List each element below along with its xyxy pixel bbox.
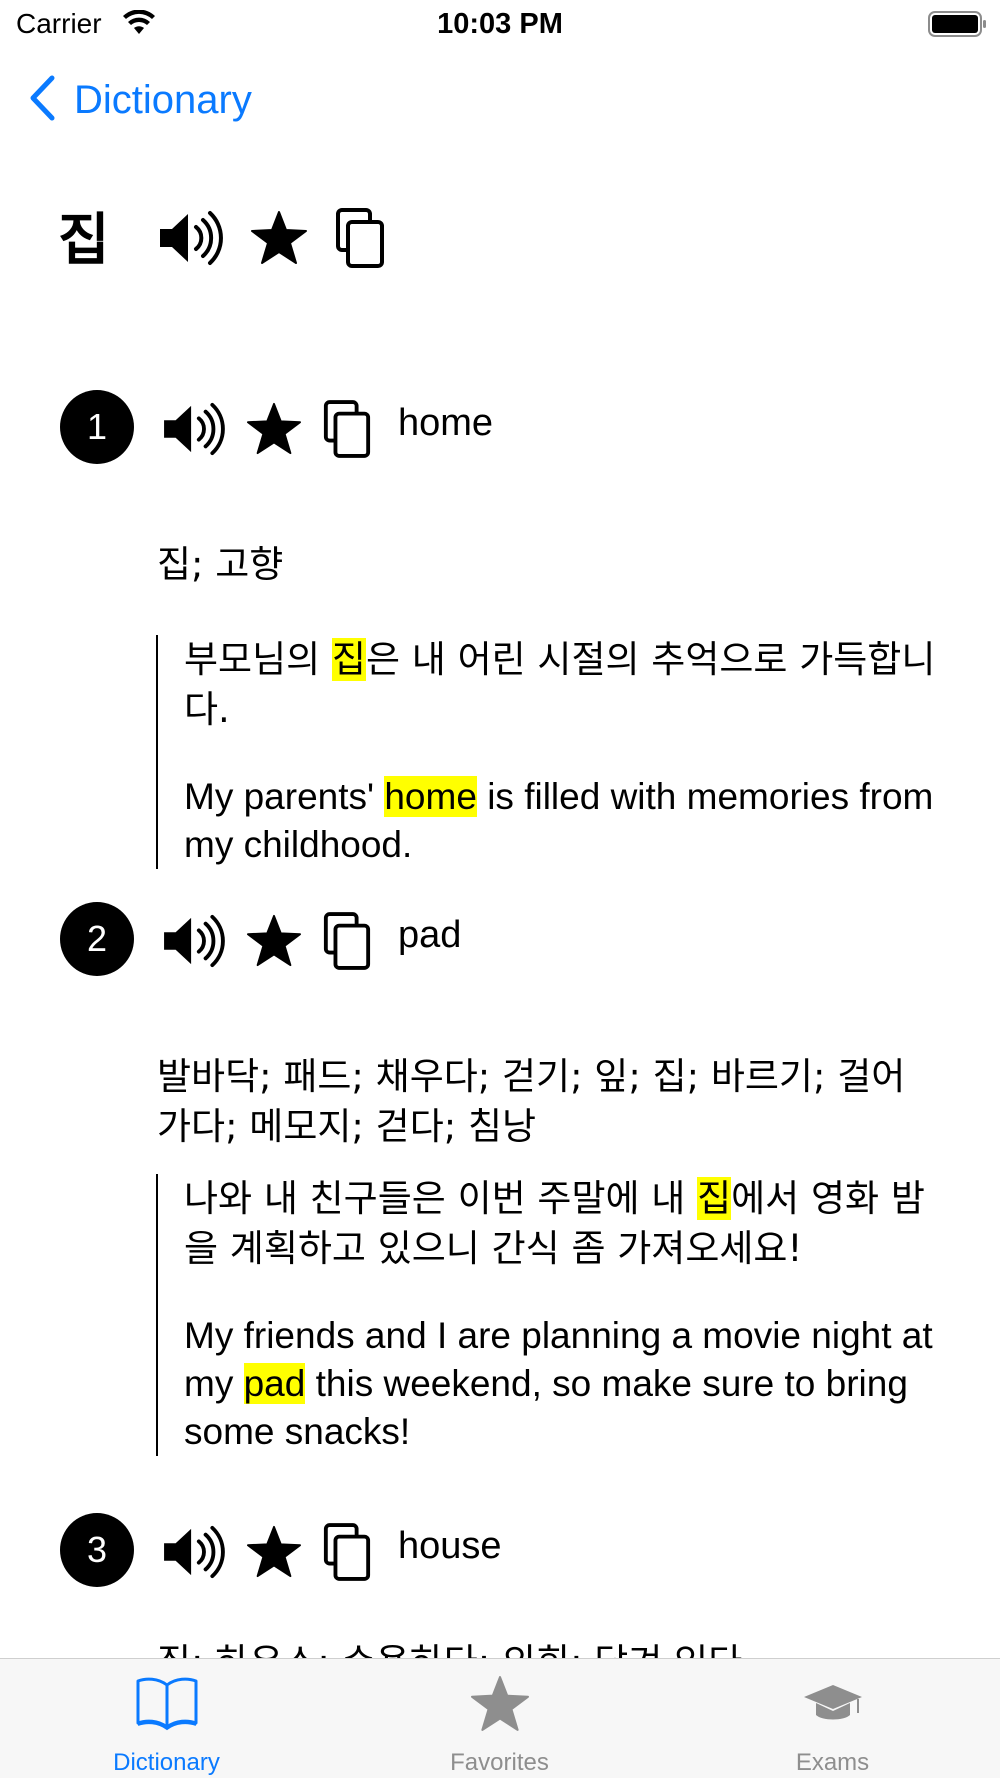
example-text: My parents' xyxy=(184,776,385,817)
example-text: 나와 내 친구들은 이번 주말에 내 xyxy=(184,1177,698,1220)
sense-gloss: home xyxy=(398,402,494,444)
copy-icon[interactable] xyxy=(322,912,372,970)
sense-actions xyxy=(162,912,372,970)
favorite-star-icon[interactable] xyxy=(246,1525,302,1579)
example-english: My parents' home is filled with memories… xyxy=(184,773,956,869)
highlighted-term: home xyxy=(384,776,477,817)
tab-favorites[interactable]: Favorites xyxy=(333,1659,666,1778)
speaker-icon[interactable] xyxy=(158,209,224,267)
copy-icon[interactable] xyxy=(322,400,372,458)
sense-number-badge: 2 xyxy=(60,902,134,976)
headword-actions xyxy=(158,208,386,268)
tab-dictionary[interactable]: Dictionary xyxy=(0,1659,333,1778)
back-button[interactable]: Dictionary xyxy=(28,75,252,126)
sense-gloss: pad xyxy=(398,914,462,956)
sense-definitions: 발바닥; 패드; 채우다; 걷기; 잎; 집; 바르기; 걸어가다; 메모지; … xyxy=(157,1055,906,1148)
tab-label: Dictionary xyxy=(113,1749,220,1776)
tab-label: Favorites xyxy=(450,1749,549,1776)
favorite-star-icon[interactable] xyxy=(246,402,302,456)
book-icon xyxy=(0,1675,333,1731)
sense-actions xyxy=(162,400,372,458)
highlighted-term: 집 xyxy=(697,1177,732,1220)
clock-label: 10:03 PM xyxy=(437,8,563,40)
example-text: 부모님의 xyxy=(184,638,332,681)
example-korean: 나와 내 친구들은 이번 주말에 내 집에서 영화 밤을 계획하고 있으니 간식… xyxy=(184,1174,956,1274)
sense-definitions: 집; 하우스; 수용하다; 의회; 닫겨 있다 xyxy=(157,1638,937,1658)
favorite-star-icon[interactable] xyxy=(246,914,302,968)
back-button-label: Dictionary xyxy=(74,78,252,122)
entry-content[interactable]: 1 home 집; 고향 부모님의 집은 내 어린 시절의 추억으로 가득합니다… xyxy=(0,360,1000,1658)
navigation-bar: Dictionary xyxy=(0,55,1000,145)
chevron-left-icon xyxy=(28,75,56,126)
example-korean: 부모님의 집은 내 어린 시절의 추억으로 가득합니다. xyxy=(184,635,956,735)
star-icon xyxy=(333,1675,666,1733)
example-block: 부모님의 집은 내 어린 시절의 추억으로 가득합니다. My parents'… xyxy=(156,635,956,869)
status-bar: Carrier 10:03 PM xyxy=(0,0,1000,50)
favorite-star-icon[interactable] xyxy=(250,210,308,266)
highlighted-term: 집 xyxy=(331,638,366,681)
copy-icon[interactable] xyxy=(322,1523,372,1581)
headword: 집 xyxy=(58,208,110,273)
speaker-icon[interactable] xyxy=(162,1524,226,1580)
example-english: My friends and I are planning a movie ni… xyxy=(184,1312,956,1456)
graduation-cap-icon xyxy=(666,1683,999,1727)
speaker-icon[interactable] xyxy=(162,401,226,457)
speaker-icon[interactable] xyxy=(162,913,226,969)
sense-number-badge: 3 xyxy=(60,1513,134,1587)
highlighted-term: pad xyxy=(243,1363,306,1404)
example-block: 나와 내 친구들은 이번 주말에 내 집에서 영화 밤을 계획하고 있으니 간식… xyxy=(156,1174,956,1456)
tab-exams[interactable]: Exams xyxy=(666,1659,999,1778)
tab-bar: Dictionary Favorites Exams xyxy=(0,1658,1000,1778)
sense-definitions: 집; 고향 xyxy=(157,543,284,586)
sense-number-badge: 1 xyxy=(60,390,134,464)
copy-icon[interactable] xyxy=(334,208,386,268)
sense-gloss: house xyxy=(398,1525,502,1567)
battery-icon xyxy=(928,10,988,43)
tab-label: Exams xyxy=(795,1749,870,1776)
sense-actions xyxy=(162,1523,372,1581)
